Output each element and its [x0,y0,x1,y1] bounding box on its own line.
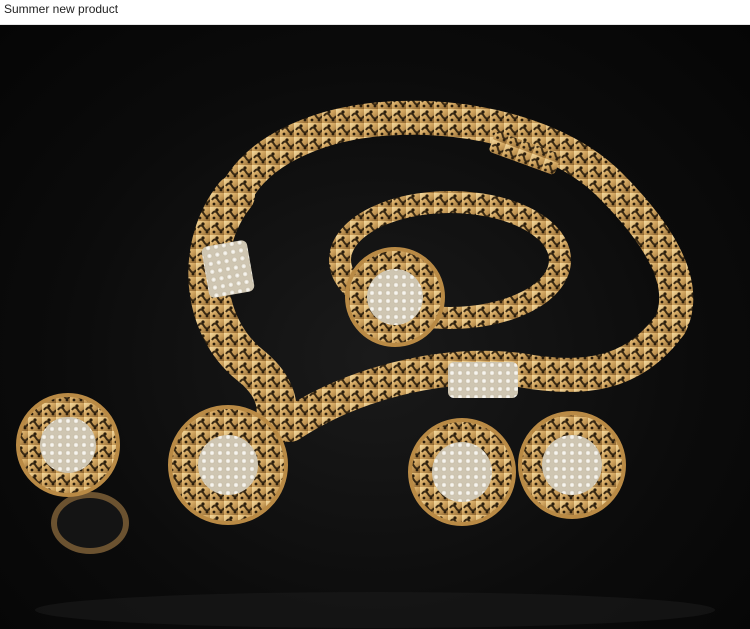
jewelry-photo [0,25,750,629]
header-label: Summer new product [4,2,119,16]
jewelry-illustration [16,100,715,628]
product-image-page: Summer new product [0,0,750,629]
ring [16,393,129,554]
earring-right [518,411,626,519]
pendant [168,405,288,525]
earring-left [408,418,516,526]
necklace [188,100,694,445]
bangle [329,191,571,347]
header-bar: Summer new product [0,0,750,25]
